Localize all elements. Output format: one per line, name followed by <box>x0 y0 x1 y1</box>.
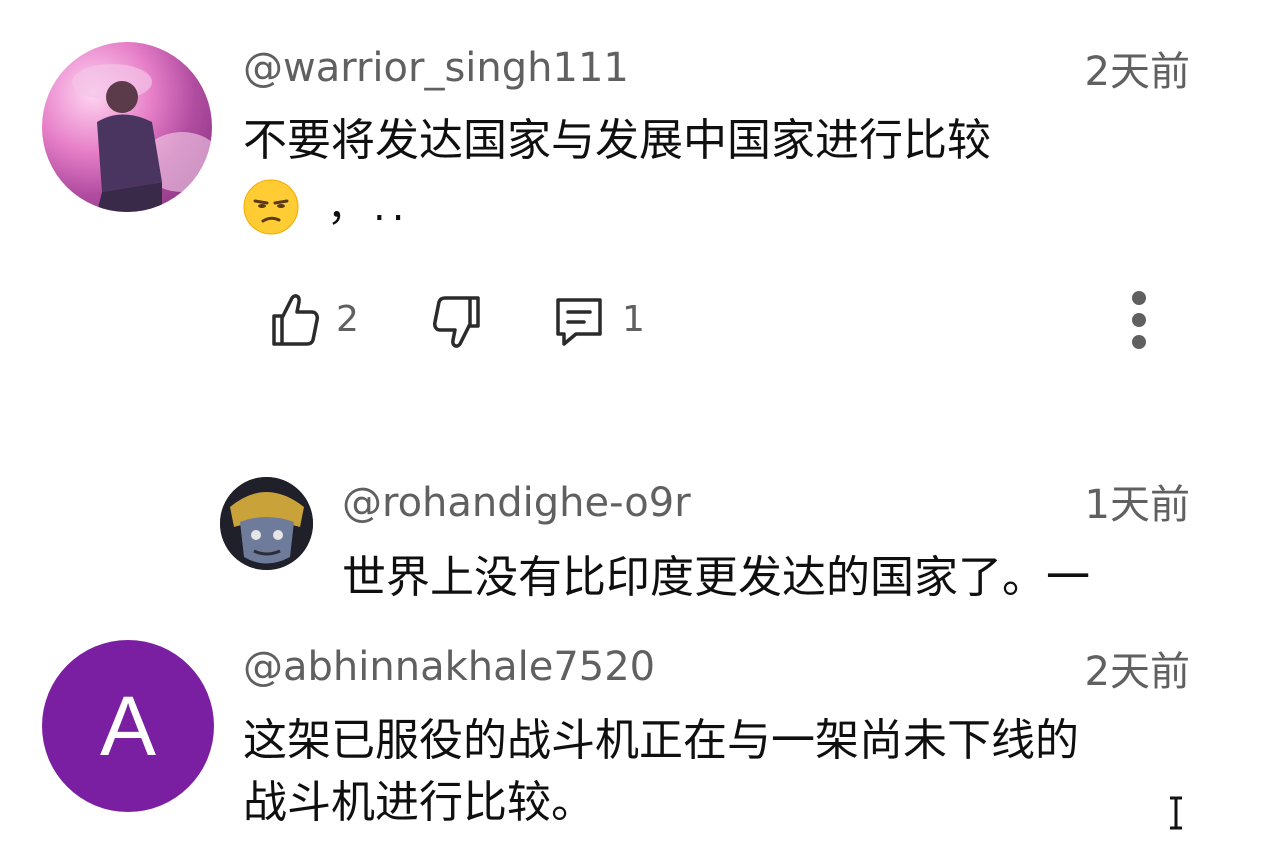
avatar-warrior[interactable] <box>42 42 212 212</box>
unamused-face-icon <box>243 179 299 235</box>
reply-count: 1 <box>622 299 645 340</box>
more-vert-icon <box>1132 291 1146 349</box>
comment-text: 这架已服役的战斗机正在与一架尚未下线的 战斗机进行比较。 <box>243 710 1079 834</box>
comment-time: 2天前 <box>1084 49 1190 95</box>
comment-text-line: 战斗机进行比较。 <box>243 777 595 828</box>
reply-author[interactable]: @rohandighe-o9r <box>342 483 691 523</box>
more-options-button[interactable] <box>1124 290 1154 352</box>
reply-icon <box>556 298 602 346</box>
comment-text-line2: ，.. <box>243 174 410 238</box>
reply-text: 世界上没有比印度更发达的国家了。一 <box>342 552 1090 603</box>
reply-time: 1天前 <box>1084 482 1190 528</box>
dislike-icon <box>433 296 480 348</box>
avatar-letter: A <box>99 678 157 773</box>
like-icon <box>272 294 319 346</box>
comment-text: 不要将发达国家与发展中国家进行比较 <box>243 115 991 166</box>
avatar-abhinnakhale[interactable]: A <box>42 640 214 812</box>
comments-page: @warrior_singh111 2天前 不要将发达国家与发展中国家进行比较 … <box>0 0 1280 848</box>
reply-button[interactable] <box>552 290 606 350</box>
like-count: 2 <box>336 299 359 340</box>
comment-author[interactable]: @abhinnakhale7520 <box>243 647 655 687</box>
avatar-photo <box>72 64 212 212</box>
text-cursor-icon <box>1170 796 1182 830</box>
avatar-rohandighe[interactable] <box>220 477 313 570</box>
comment-actions: 2 1 <box>268 290 1188 350</box>
comment-trailing-text: ，.. <box>327 184 411 230</box>
comment-text-line: 这架已服役的战斗机正在与一架尚未下线的 <box>243 715 1079 766</box>
avatar-photo <box>220 477 313 570</box>
comment-author[interactable]: @warrior_singh111 <box>243 48 629 88</box>
comment-time: 2天前 <box>1084 649 1190 695</box>
dislike-button[interactable] <box>430 290 484 350</box>
like-button[interactable] <box>268 290 322 350</box>
